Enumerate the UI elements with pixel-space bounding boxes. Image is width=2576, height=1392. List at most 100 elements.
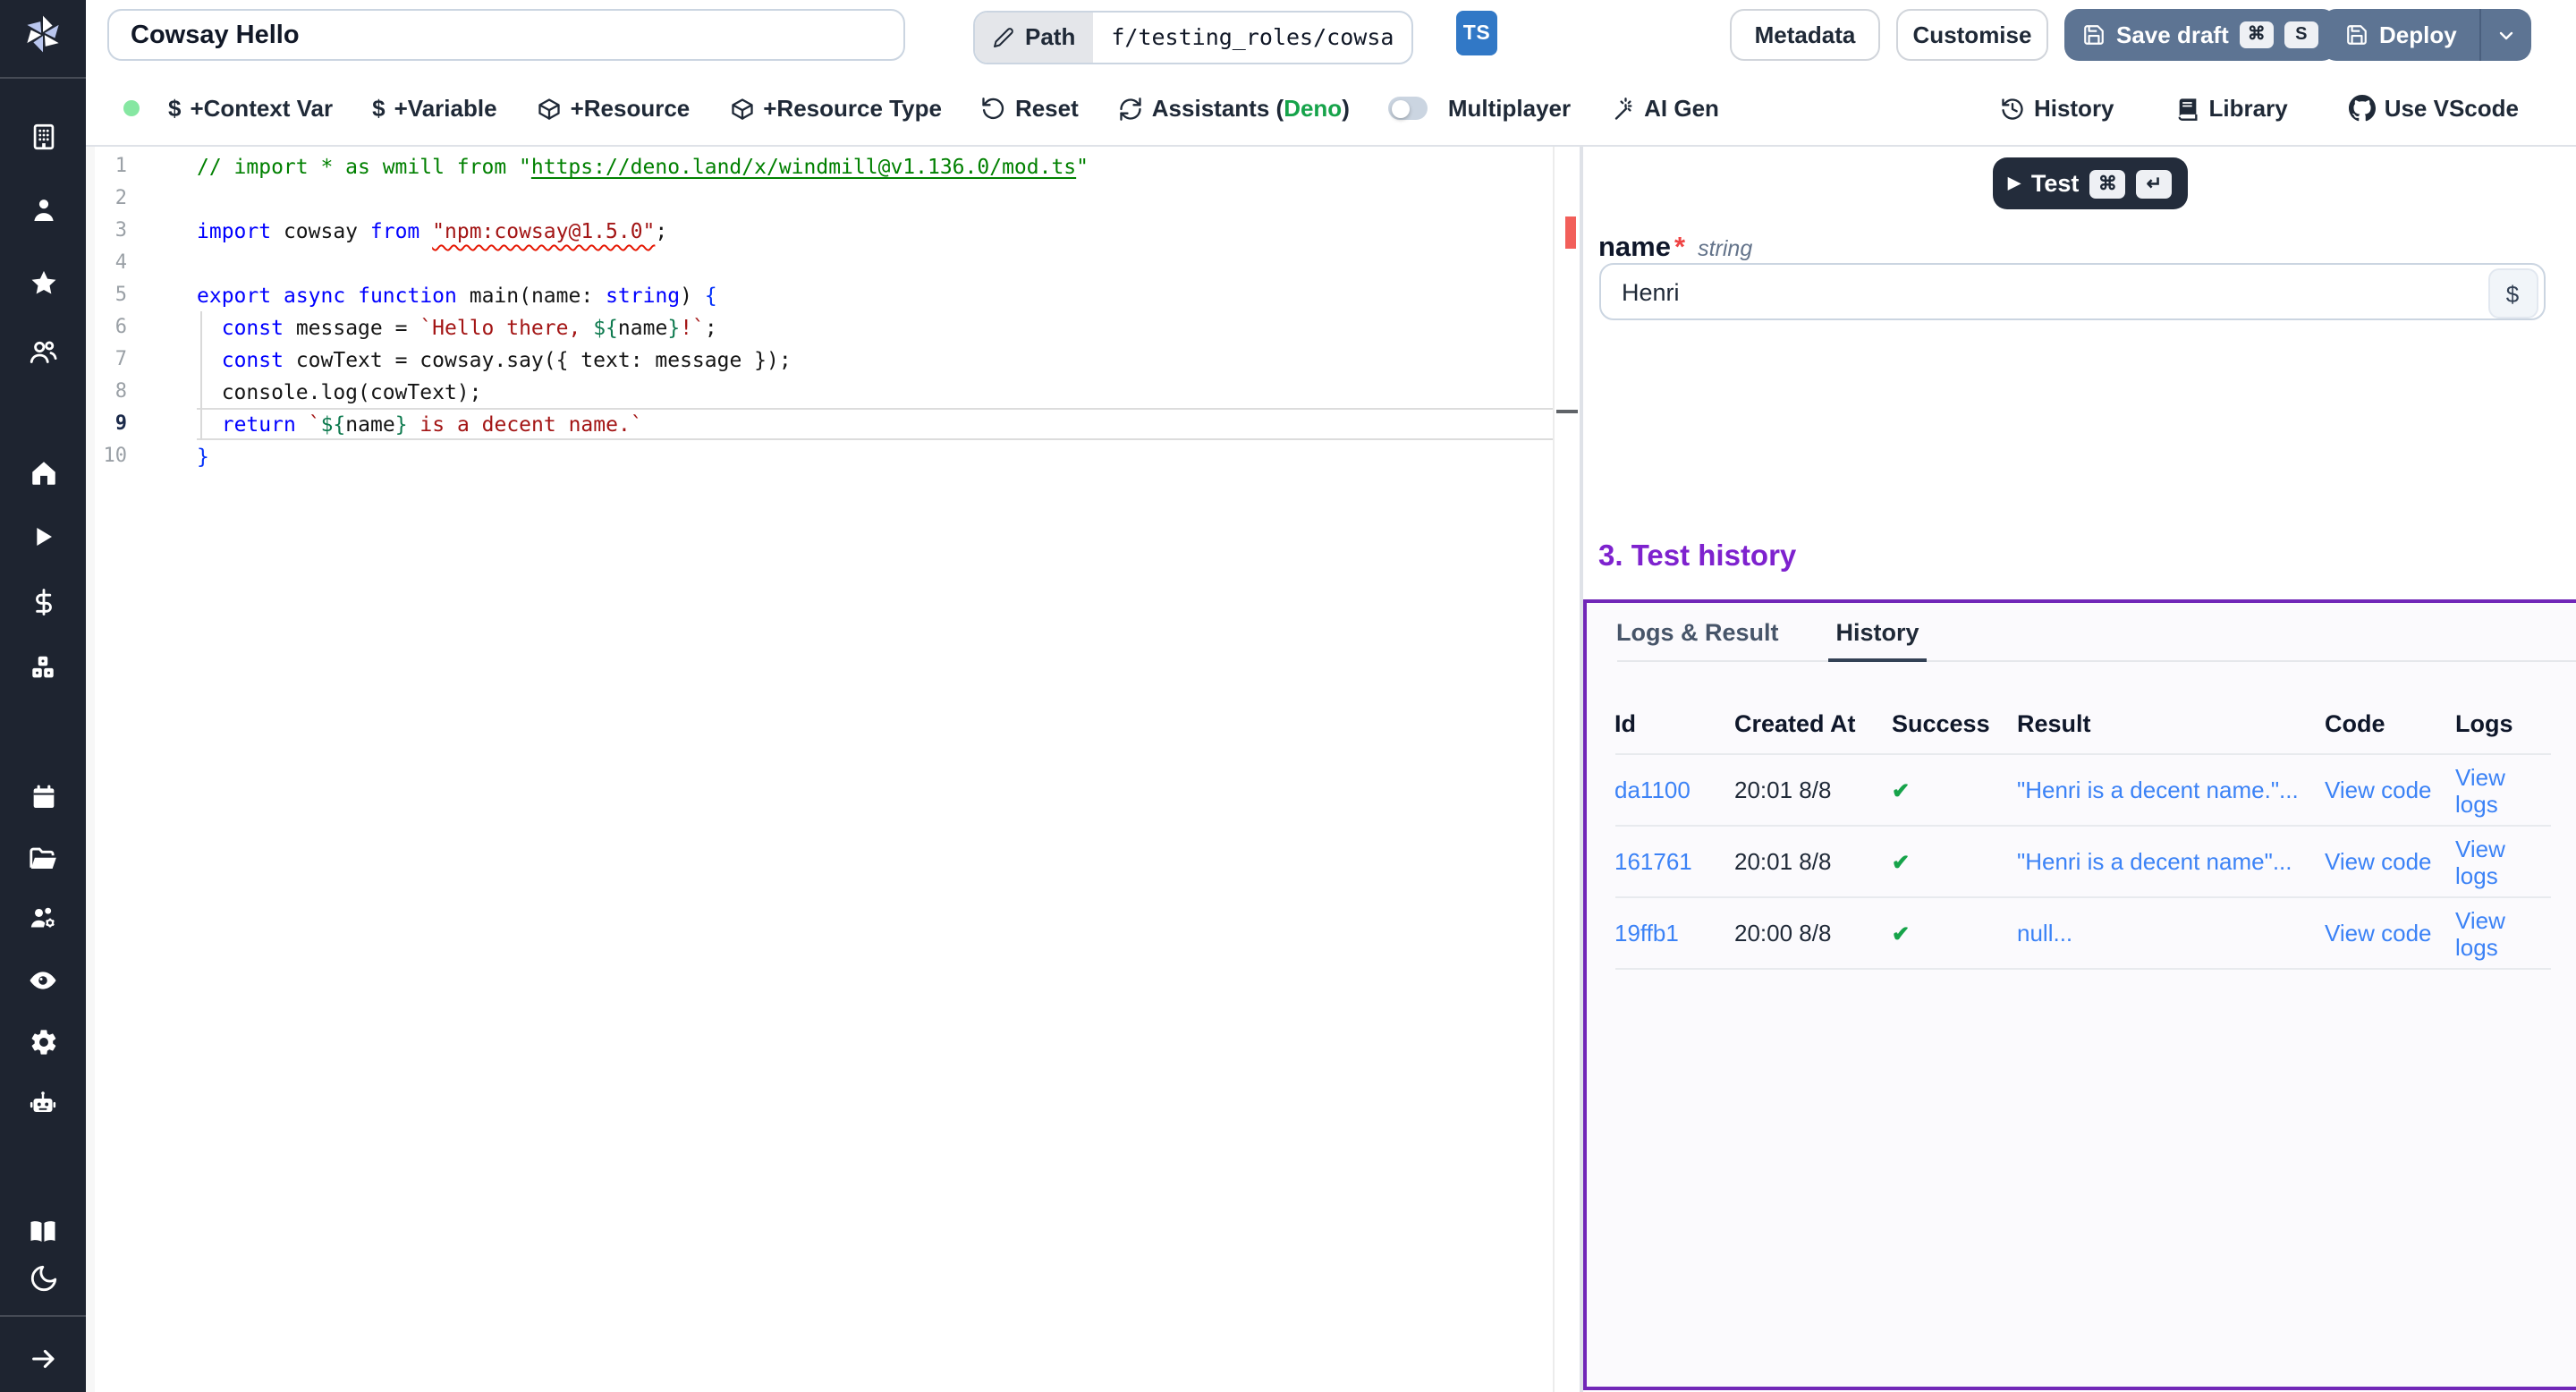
sidebar-item-calendar[interactable] <box>0 773 86 819</box>
ai-gen-button[interactable]: AI Gen <box>1610 95 1719 122</box>
script-name-input[interactable] <box>107 9 905 61</box>
sidebar-item-gear[interactable] <box>0 1018 86 1065</box>
code-text <box>197 247 1580 279</box>
view-logs-link[interactable]: View logs <box>2455 763 2551 817</box>
view-code-link[interactable]: View code <box>2325 920 2432 946</box>
view-code-link[interactable]: View code <box>2325 848 2432 875</box>
assistants-button[interactable]: Assistants (Deno) <box>1118 95 1350 122</box>
code-line-1[interactable]: 1// import * as wmill from "https://deno… <box>86 150 1580 182</box>
insert-variable-button[interactable]: $ <box>2487 268 2538 318</box>
tab-logs-result[interactable]: Logs & Result <box>1616 619 1779 660</box>
moon-icon <box>28 1262 58 1293</box>
edit-path-button[interactable]: Path <box>975 12 1093 62</box>
run-id-link[interactable]: 19ffb1 <box>1614 920 1679 946</box>
view-code-link[interactable]: View code <box>2325 777 2455 803</box>
run-id-link[interactable]: 161761 <box>1614 848 1692 875</box>
path-group: Path f/testing_roles/cowsa <box>973 10 1413 64</box>
multiplayer-label: Multiplayer <box>1448 95 1571 122</box>
code-line-10[interactable]: 10} <box>86 440 1580 472</box>
toggle-knob <box>1392 99 1410 117</box>
result-link[interactable]: "Henri is a decent name."... <box>2017 777 2299 803</box>
sidebar-item-play[interactable] <box>0 514 86 560</box>
view-logs-link[interactable]: View logs <box>2455 763 2505 817</box>
add-variable-button[interactable]: $ +Variable <box>372 95 496 122</box>
view-logs-link[interactable]: View logs <box>2455 835 2551 888</box>
sidebar-item-bot[interactable] <box>0 1081 86 1127</box>
code-token: name <box>345 412 394 437</box>
view-logs-link[interactable]: View logs <box>2455 906 2505 960</box>
code-line-4[interactable]: 4 <box>86 247 1580 279</box>
code-token: // import * as wmill from " <box>197 154 531 179</box>
code-token: https://deno.land/x/windmill@v1.136.0/mo… <box>531 154 1076 179</box>
view-logs-link[interactable]: View logs <box>2455 906 2551 960</box>
code-text: return `${name} is a decent name.` <box>197 408 1555 440</box>
status-dot <box>123 100 140 116</box>
windmill-logo[interactable] <box>0 7 86 61</box>
sidebar-item-star[interactable] <box>0 259 86 306</box>
code-line-8[interactable]: 8 console.log(cowText); <box>86 376 1580 408</box>
sidebar-item-eye[interactable] <box>0 957 86 1004</box>
result-link[interactable]: null... <box>2017 920 2072 946</box>
sidebar-item-moon[interactable] <box>0 1254 86 1301</box>
history-button[interactable]: History <box>2000 95 2114 122</box>
overview-ruler[interactable] <box>1553 147 1580 1392</box>
code-token <box>271 283 284 308</box>
use-vscode-button[interactable]: Use VScode <box>2349 95 2519 122</box>
view-code-link[interactable]: View code <box>2325 848 2455 875</box>
check-icon: ✔ <box>1892 921 1910 946</box>
column-header: Logs <box>2455 709 2551 736</box>
deploy-split-button: Deploy <box>2322 9 2532 61</box>
metadata-button[interactable]: Metadata <box>1730 9 1880 61</box>
add-resource-type-button[interactable]: +Resource Type <box>729 95 942 122</box>
sidebar-item-book[interactable] <box>0 1208 86 1254</box>
sidebar-item-boxes[interactable] <box>0 644 86 691</box>
sidebar-item-user[interactable] <box>0 186 86 233</box>
result-link[interactable]: null... <box>2017 920 2325 946</box>
test-button[interactable]: ▶ Test ⌘ ↵ <box>1992 157 2188 209</box>
run-id-link[interactable]: 161761 <box>1614 848 1734 875</box>
add-resource-button[interactable]: +Resource <box>537 95 691 122</box>
code-text: // import * as wmill from "https://deno.… <box>197 150 1580 182</box>
result-link[interactable]: "Henri is a decent name"... <box>2017 848 2325 875</box>
code-line-3[interactable]: 3import cowsay from "npm:cowsay@1.5.0"; <box>86 215 1580 247</box>
code-token: ; <box>655 218 667 243</box>
run-id-link[interactable]: 19ffb1 <box>1614 920 1734 946</box>
code-line-2[interactable]: 2 <box>86 182 1580 215</box>
sidebar-item-building[interactable] <box>0 113 86 159</box>
code-editor[interactable]: 1// import * as wmill from "https://deno… <box>86 147 1580 1392</box>
tab-history[interactable]: History <box>1829 619 1927 662</box>
path-value[interactable]: f/testing_roles/cowsa <box>1093 12 1411 62</box>
code-line-5[interactable]: 5export async function main(name: string… <box>86 279 1580 311</box>
result-link[interactable]: "Henri is a decent name."... <box>2017 777 2325 803</box>
sidebar-item-folder[interactable] <box>0 836 86 882</box>
sidebar-item-users-cog[interactable] <box>0 895 86 941</box>
save-draft-button[interactable]: Save draft ⌘ S <box>2064 9 2336 61</box>
multiplayer-toggle[interactable] <box>1389 98 1428 120</box>
run-id-link[interactable]: da1100 <box>1614 777 1690 803</box>
library-button[interactable]: Library <box>2175 95 2288 122</box>
package-icon <box>537 96 562 121</box>
code-line-9[interactable]: 9 return `${name} is a decent name.` <box>86 408 1580 440</box>
argument-label: name * string <box>1598 233 1752 265</box>
deploy-button[interactable]: Deploy <box>2322 9 2480 61</box>
code-line-6[interactable]: 6 const message = `Hello there, ${name}!… <box>86 311 1580 344</box>
sidebar-item-dollar[interactable] <box>0 578 86 624</box>
sidebar-item-arrow-right[interactable] <box>0 1335 86 1381</box>
code-line-7[interactable]: 7 const cowText = cowsay.say({ text: mes… <box>86 344 1580 376</box>
deploy-dropdown-button[interactable] <box>2482 9 2532 61</box>
result-link[interactable]: "Henri is a decent name"... <box>2017 848 2292 875</box>
arg-input-wrap: $ <box>1598 263 2545 320</box>
reset-button[interactable]: Reset <box>981 95 1079 122</box>
sidebar-item-home[interactable] <box>0 449 86 496</box>
view-logs-link[interactable]: View logs <box>2455 835 2505 888</box>
add-context-var-button[interactable]: $ +Context Var <box>168 95 333 122</box>
column-header: Success <box>1892 709 2017 736</box>
customise-button[interactable]: Customise <box>1896 9 2048 61</box>
run-id-link[interactable]: da1100 <box>1614 777 1734 803</box>
play-icon: ▶ <box>2008 175 2021 191</box>
view-code-link[interactable]: View code <box>2325 920 2455 946</box>
sidebar-divider <box>0 1315 86 1317</box>
view-code-link[interactable]: View code <box>2325 777 2432 803</box>
arg-name-input[interactable] <box>1598 263 2545 320</box>
sidebar-item-users[interactable] <box>0 329 86 376</box>
